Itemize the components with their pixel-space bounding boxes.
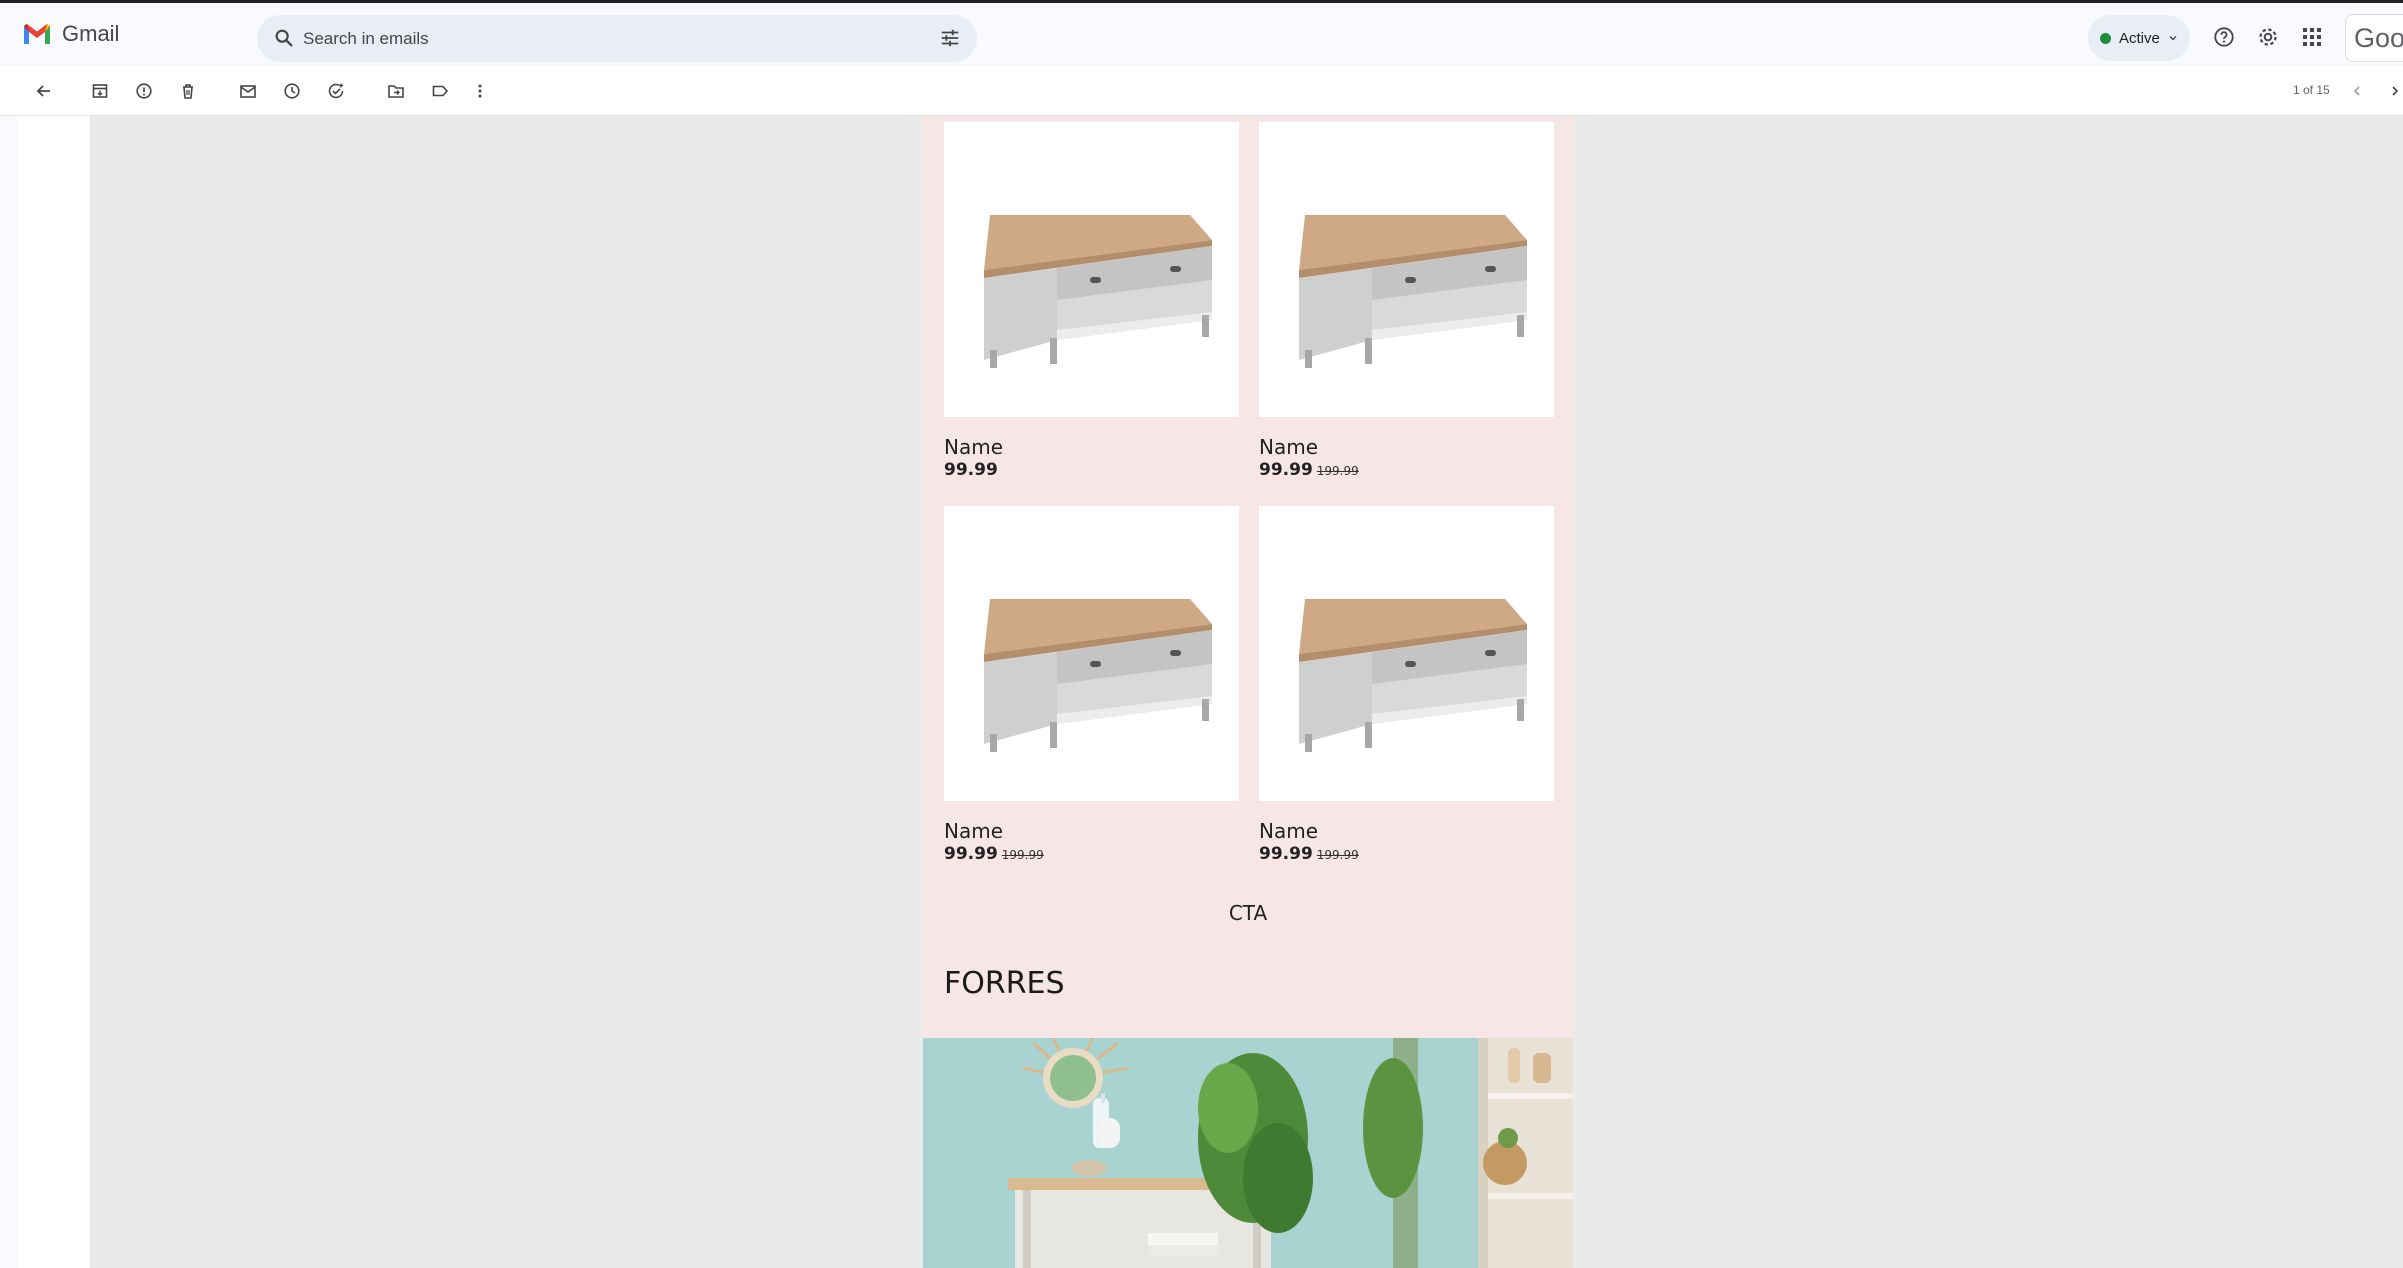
message-toolbar: 1 of 15	[0, 66, 2403, 116]
product-sale-price: 99.99	[1259, 844, 1313, 864]
product-original-price: 199.99	[1316, 848, 1359, 862]
product-sale-price: 99.99	[1259, 460, 1313, 480]
product-price: 99.99 199.99	[1259, 843, 1554, 866]
coffee-table-image	[1298, 214, 1527, 368]
coffee-table-image	[983, 214, 1212, 368]
filter-icon[interactable]	[939, 27, 961, 54]
mark-unread-icon[interactable]	[236, 79, 260, 103]
product-price: 99.99 199.99	[944, 843, 1239, 866]
snooze-icon[interactable]	[280, 79, 304, 103]
prev-chevron-icon[interactable]	[2345, 79, 2369, 103]
search-input[interactable]	[303, 15, 903, 62]
settings-icon[interactable]	[2254, 23, 2282, 51]
apps-icon[interactable]	[2298, 23, 2326, 51]
gmail-logo[interactable]: Gmail	[22, 21, 119, 47]
product-price: 99.99	[944, 459, 1239, 482]
app-header: Gmail Active Goog	[0, 3, 2403, 66]
back-arrow-icon[interactable]	[32, 79, 56, 103]
gmail-m-icon	[24, 24, 50, 44]
status-dot	[2100, 32, 2111, 44]
product-name[interactable]: Name	[1259, 435, 1554, 459]
next-chevron-icon[interactable]	[2383, 79, 2403, 103]
product-image[interactable]	[944, 506, 1239, 801]
add-to-tasks-icon[interactable]	[324, 79, 348, 103]
coffee-table-image	[983, 598, 1212, 752]
product-price: 99.99 199.99	[1259, 459, 1554, 482]
product-sale-price: 99.99	[944, 460, 998, 480]
left-rail	[0, 116, 18, 1268]
label-icon[interactable]	[428, 79, 452, 103]
status-label: Active	[2119, 29, 2160, 47]
email-viewer: Name 99.99 Name 99.99 199.99 Name 99.99 …	[91, 116, 2403, 1268]
left-panel	[18, 116, 91, 1268]
delete-icon[interactable]	[176, 79, 200, 103]
status-chevron-icon	[2169, 36, 2177, 41]
product-original-price: 199.99	[1001, 848, 1044, 862]
pagination-counter: 1 of 15	[2293, 83, 2330, 97]
archive-icon[interactable]	[88, 79, 112, 103]
account-button[interactable]: Goog	[2345, 14, 2403, 62]
product-card[interactable]: Name 99.99	[944, 122, 1239, 482]
email-body: Name 99.99 Name 99.99 199.99 Name 99.99 …	[923, 116, 1573, 1268]
product-card[interactable]: Name 99.99 199.99	[1259, 122, 1554, 482]
coffee-table-image	[1298, 598, 1527, 752]
cta-button[interactable]: CTA	[923, 901, 1573, 925]
report-spam-icon[interactable]	[132, 79, 156, 103]
status-selector[interactable]: Active	[2088, 15, 2190, 61]
product-card[interactable]: Name 99.99 199.99	[1259, 506, 1554, 866]
product-image[interactable]	[944, 122, 1239, 417]
move-to-icon[interactable]	[384, 79, 408, 103]
product-image[interactable]	[1259, 122, 1554, 417]
search-icon[interactable]	[273, 27, 295, 54]
product-original-price: 199.99	[1316, 464, 1359, 478]
product-name[interactable]: Name	[944, 435, 1239, 459]
app-name: Gmail	[62, 21, 120, 46]
product-card[interactable]: Name 99.99 199.99	[944, 506, 1239, 866]
product-sale-price: 99.99	[944, 844, 998, 864]
help-icon[interactable]	[2210, 23, 2238, 51]
search-bar[interactable]	[257, 15, 977, 62]
hero-image[interactable]	[923, 1038, 1573, 1268]
product-name[interactable]: Name	[1259, 819, 1554, 843]
more-icon[interactable]	[468, 79, 492, 103]
section-title: FORRES	[944, 966, 1065, 1001]
product-name[interactable]: Name	[944, 819, 1239, 843]
product-image[interactable]	[1259, 506, 1554, 801]
